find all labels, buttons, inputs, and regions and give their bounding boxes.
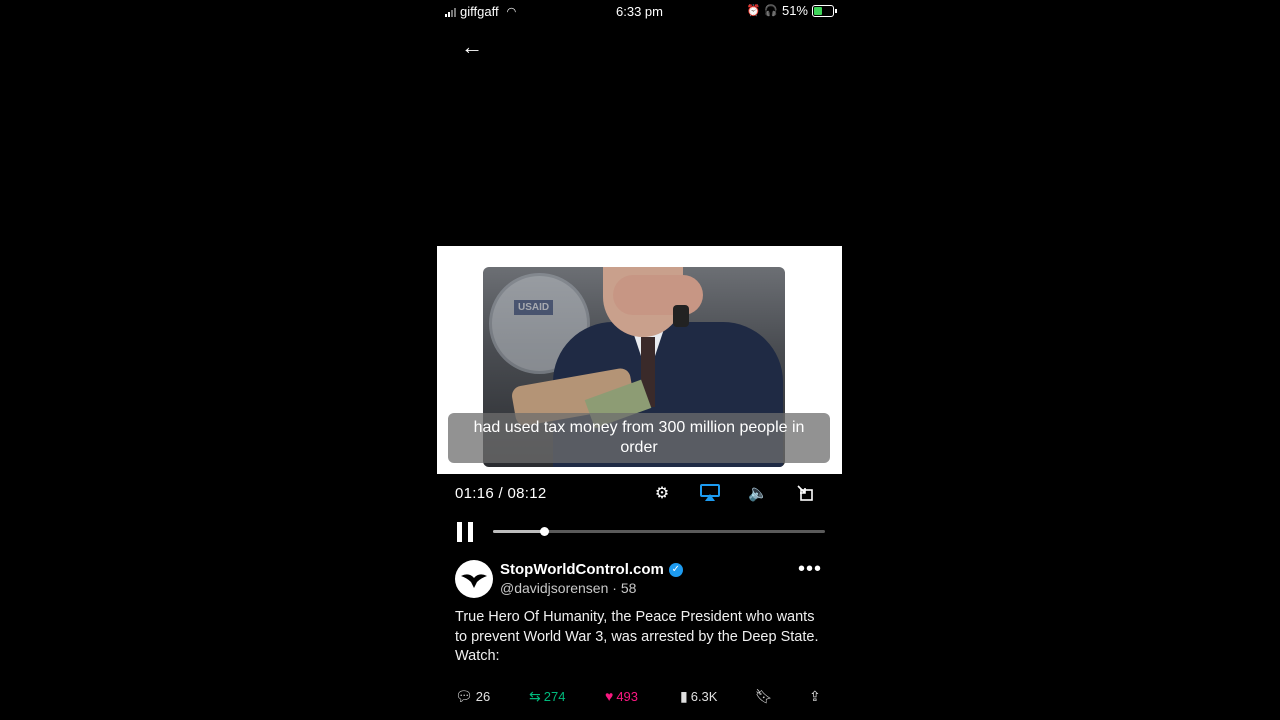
status-bar: giffgaff ◠ 6:33 pm ⏰ 🎧 51% xyxy=(437,0,842,24)
speaker-icon: 🔈 xyxy=(748,485,768,502)
views-count: 6.3K xyxy=(690,689,718,704)
phone-screen: giffgaff ◠ 6:33 pm ⏰ 🎧 51% ← USAID had u… xyxy=(437,0,842,720)
video-controls: 01:16 / 08:12 ⚙ 🔈 xyxy=(437,478,842,508)
battery-icon xyxy=(812,4,837,17)
ellipsis-icon: ••• xyxy=(797,558,822,580)
battery-percent: 51% xyxy=(781,3,808,18)
bookmark-icon: 🔖︎ xyxy=(755,688,773,704)
watch-image xyxy=(673,305,689,327)
scrub-row xyxy=(437,516,842,546)
verified-badge-icon: ✓ xyxy=(668,562,683,577)
back-button[interactable]: ← xyxy=(461,34,483,60)
status-right: ⏰ 🎧 51% xyxy=(746,3,837,18)
author-handle[interactable]: @davidjsorensen xyxy=(500,580,608,596)
video-player[interactable]: USAID had used tax money from 300 millio… xyxy=(437,246,842,474)
heart-icon: ♥ xyxy=(605,688,614,704)
like-button[interactable]: ♥ 493 xyxy=(605,688,638,704)
progress-knob[interactable] xyxy=(540,527,550,536)
airplay-icon xyxy=(700,484,720,501)
progress-slider[interactable] xyxy=(493,527,825,536)
exit-fullscreen-icon xyxy=(797,485,813,501)
share-button[interactable]: ⇪ xyxy=(809,688,821,705)
video-caption: had used tax money from 300 million peop… xyxy=(448,413,830,463)
progress-played xyxy=(493,530,545,533)
post-actions: 💬︎ 26 ⇆ 274 ♥ 493 ▮ 6.3K 🔖︎ ⇪ xyxy=(437,688,842,710)
pause-button[interactable] xyxy=(457,522,475,542)
views-button[interactable]: ▮ 6.3K xyxy=(680,688,717,705)
time-separator: / xyxy=(494,485,508,502)
exit-fullscreen-button[interactable] xyxy=(794,482,816,504)
bar-chart-icon: ▮ xyxy=(680,688,688,704)
bookmark-button[interactable]: 🔖︎ xyxy=(755,688,773,705)
settings-button[interactable]: ⚙ xyxy=(651,482,673,504)
author-name[interactable]: StopWorldControl.com xyxy=(500,561,664,578)
headphones-icon: 🎧 xyxy=(764,5,778,17)
alarm-icon: ⏰ xyxy=(746,5,761,17)
author-handle-row: @davidjsorensen · 58 xyxy=(500,580,636,596)
airplay-button[interactable] xyxy=(699,482,721,504)
eagle-logo-icon xyxy=(461,574,487,588)
arrow-left-icon: ← xyxy=(461,34,483,59)
reply-count: 26 xyxy=(475,689,491,704)
duration: 08:12 xyxy=(507,485,547,502)
repost-icon: ⇆ xyxy=(529,688,541,704)
hand-image xyxy=(613,275,703,315)
author-name-row: StopWorldControl.com ✓ xyxy=(500,561,683,578)
share-icon: ⇪ xyxy=(809,688,821,704)
post-time: · 58 xyxy=(612,580,637,596)
timecode: 01:16 / 08:12 xyxy=(455,485,547,502)
reply-button[interactable]: 💬︎ 26 xyxy=(455,688,490,705)
current-time: 01:16 xyxy=(455,485,495,502)
repost-button[interactable]: ⇆ 274 xyxy=(529,688,565,705)
more-options-button[interactable]: ••• xyxy=(798,558,822,581)
avatar[interactable] xyxy=(455,560,493,598)
reply-icon: 💬︎ xyxy=(455,688,473,704)
post-text: True Hero Of Humanity, the Peace Preside… xyxy=(455,609,819,664)
volume-button[interactable]: 🔈 xyxy=(747,482,769,504)
seal-label: USAID xyxy=(514,300,554,315)
repost-count: 274 xyxy=(543,689,566,704)
like-count: 493 xyxy=(616,688,639,704)
gear-icon: ⚙ xyxy=(654,485,670,502)
